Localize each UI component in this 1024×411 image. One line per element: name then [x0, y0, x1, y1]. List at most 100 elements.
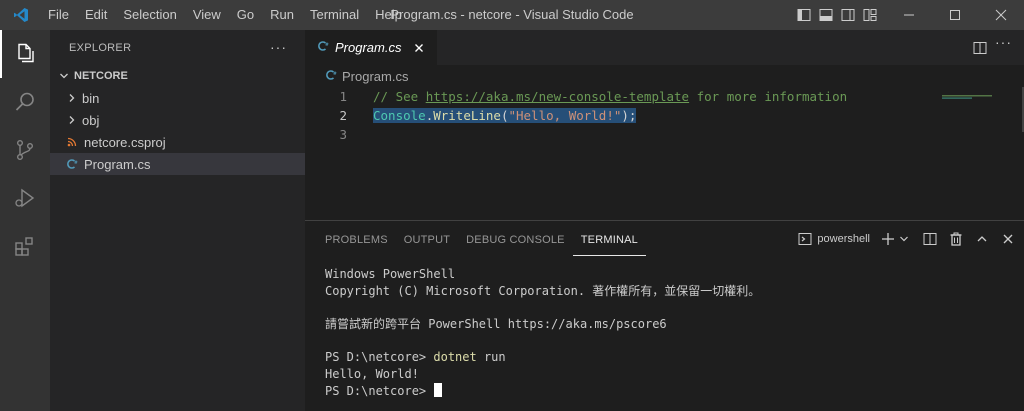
customize-layout-icon[interactable]	[862, 7, 878, 23]
tab-debug-console[interactable]: DEBUG CONSOLE	[458, 221, 573, 256]
csharp-file-icon: #	[64, 156, 80, 172]
string-token: "Hello, World!"	[508, 108, 622, 123]
terminal-line: 請嘗試新的跨平台 PowerShell https://aka.ms/pscor…	[325, 317, 667, 331]
explorer-title: EXPLORER	[69, 41, 132, 54]
tree-item-bin[interactable]: bin	[50, 87, 305, 109]
line-number: 2	[339, 108, 347, 123]
sidebar-header: EXPLORER ···	[50, 30, 305, 65]
terminal-line: Copyright (C) Microsoft Corporation. 著作權…	[325, 284, 761, 298]
tab-output[interactable]: OUTPUT	[396, 221, 458, 256]
tree-item-netcore-csproj[interactable]: netcore.csproj	[50, 131, 305, 153]
editor-tab-bar: # Program.cs ···	[305, 30, 1024, 65]
search-icon[interactable]	[0, 78, 50, 126]
new-terminal-plus-icon[interactable]	[880, 231, 896, 247]
line-number: 1	[339, 89, 347, 104]
terminal-prompt: PS D:\netcore>	[325, 350, 434, 364]
terminal-prompt-line: PS D:\netcore>	[325, 383, 1024, 400]
chevron-down-icon	[56, 68, 72, 84]
breadcrumb-item[interactable]: Program.cs	[342, 69, 408, 84]
toggle-primary-sidebar-icon[interactable]	[796, 7, 812, 23]
svg-text:#: #	[333, 71, 337, 77]
terminal-icon	[797, 231, 813, 247]
close-tab-icon[interactable]	[411, 40, 427, 56]
rss-file-icon	[64, 134, 80, 150]
explorer-icon[interactable]	[0, 30, 50, 78]
line-number: 3	[339, 127, 347, 142]
terminal-command-line: PS D:\netcore> dotnet run	[325, 349, 1024, 366]
split-editor-icon[interactable]	[972, 40, 988, 56]
terminal-line: Windows PowerShell	[325, 267, 456, 281]
chevron-right-icon	[64, 112, 80, 128]
comment-link[interactable]: https://aka.ms/new-console-template	[426, 89, 689, 104]
bottom-panel: PROBLEMS OUTPUT DEBUG CONSOLE TERMINAL p…	[305, 220, 1024, 411]
tree-item-label: netcore.csproj	[84, 134, 166, 150]
csharp-file-icon: #	[325, 69, 337, 84]
terminal-shell-selector[interactable]: powershell	[797, 231, 870, 247]
explorer-sidebar: EXPLORER ··· NETCORE bin obj netcore.csp…	[50, 30, 305, 411]
workspace-root[interactable]: NETCORE	[50, 65, 305, 87]
breadcrumb: # Program.cs	[305, 65, 1024, 87]
chevron-down-icon[interactable]	[896, 231, 912, 247]
editor-more-actions-icon[interactable]: ···	[995, 34, 1012, 50]
run-debug-icon[interactable]	[0, 174, 50, 222]
tree-item-label: bin	[82, 90, 100, 106]
code-line: 3	[305, 125, 1024, 144]
terminal-output[interactable]: Windows PowerShell Copyright (C) Microso…	[305, 256, 1024, 400]
chevron-right-icon	[64, 90, 80, 106]
terminal-line: Hello, World!	[325, 367, 419, 381]
menu-edit[interactable]: Edit	[77, 0, 115, 30]
menu-file[interactable]: File	[40, 0, 77, 30]
terminal-cursor	[434, 383, 443, 397]
vscode-logo-icon	[6, 0, 36, 30]
tree-item-label: obj	[82, 112, 100, 128]
terminal-command-args: run	[476, 350, 506, 364]
svg-text:#: #	[325, 42, 329, 48]
tab-program-cs[interactable]: # Program.cs	[305, 30, 438, 65]
chevron-up-icon[interactable]	[974, 231, 990, 247]
code-line: 1 // See https://aka.ms/new-console-temp…	[305, 87, 1024, 106]
punct-token: );	[621, 108, 637, 123]
menu-terminal[interactable]: Terminal	[302, 0, 367, 30]
line-content: // See https://aka.ms/new-console-templa…	[373, 89, 847, 104]
title-bar: File Edit Selection View Go Run Terminal…	[0, 0, 1024, 30]
tab-label: Program.cs	[335, 40, 402, 55]
tree-item-program-cs[interactable]: # Program.cs	[50, 153, 305, 175]
csharp-file-icon: #	[317, 40, 329, 55]
minimap[interactable]	[942, 87, 1010, 99]
tree-item-label: Program.cs	[84, 156, 151, 172]
toggle-panel-icon[interactable]	[818, 7, 834, 23]
menu-bar: File Edit Selection View Go Run Terminal…	[40, 0, 410, 30]
sidebar-more-icon[interactable]: ···	[270, 39, 287, 55]
tab-terminal[interactable]: TERMINAL	[572, 221, 646, 256]
comment-text: for more information	[689, 89, 848, 104]
menu-go[interactable]: Go	[229, 0, 262, 30]
toggle-secondary-sidebar-icon[interactable]	[840, 7, 856, 23]
minimize-icon[interactable]	[886, 0, 932, 30]
source-control-icon[interactable]	[0, 126, 50, 174]
terminal-prompt: PS D:\netcore>	[325, 384, 434, 398]
menu-selection[interactable]: Selection	[115, 0, 184, 30]
terminal-command: dotnet	[433, 350, 477, 364]
menu-help[interactable]: Help	[367, 0, 410, 30]
menu-run[interactable]: Run	[262, 0, 302, 30]
extensions-icon[interactable]	[0, 222, 50, 270]
code-area[interactable]: 1 // See https://aka.ms/new-console-temp…	[305, 87, 1024, 144]
close-panel-icon[interactable]	[1000, 231, 1016, 247]
tab-problems[interactable]: PROBLEMS	[317, 221, 396, 256]
menu-view[interactable]: View	[185, 0, 229, 30]
editor-group: # Program.cs ··· # Program.cs 1 // See h…	[305, 30, 1024, 220]
layout-controls	[796, 0, 878, 30]
maximize-icon[interactable]	[932, 0, 978, 30]
close-window-icon[interactable]	[978, 0, 1024, 30]
trash-icon[interactable]	[948, 231, 964, 247]
shell-name: powershell	[817, 232, 870, 245]
tree-item-obj[interactable]: obj	[50, 109, 305, 131]
code-line: 2 Console.WriteLine("Hello, World!");	[305, 106, 1024, 125]
class-token: Console	[373, 108, 426, 123]
window-controls	[886, 0, 1024, 30]
svg-text:#: #	[74, 160, 78, 166]
line-content-selected: Console.WriteLine("Hello, World!");	[373, 108, 637, 123]
split-terminal-icon[interactable]	[922, 231, 938, 247]
method-token: WriteLine	[433, 108, 501, 123]
